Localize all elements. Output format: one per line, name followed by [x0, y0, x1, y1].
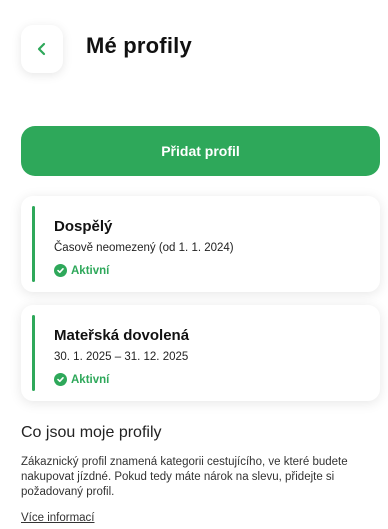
back-button[interactable]: [21, 25, 63, 73]
check-circle-icon: [54, 264, 67, 277]
check-circle-icon: [54, 373, 67, 386]
info-title: Co jsou moje profily: [21, 424, 162, 441]
page-title: Mé profily: [86, 33, 192, 58]
profile-card-maternity[interactable]: Mateřská dovolená 30. 1. 2025 – 31. 12. …: [21, 305, 380, 401]
profile-name: Mateřská dovolená: [54, 327, 190, 344]
header: Mé profily: [0, 0, 388, 100]
more-info-link[interactable]: Více informací: [21, 512, 95, 524]
status-badge: Aktivní: [54, 264, 109, 277]
status-badge: Aktivní: [54, 373, 109, 386]
profile-validity: Časově neomezený (od 1. 1. 2024): [54, 242, 234, 254]
profile-validity: 30. 1. 2025 – 31. 12. 2025: [54, 351, 189, 363]
profile-name: Dospělý: [54, 218, 113, 235]
status-label: Aktivní: [71, 264, 110, 277]
chevron-left-icon: [37, 42, 46, 56]
card-accent-bar: [32, 315, 35, 391]
card-accent-bar: [32, 206, 35, 282]
status-label: Aktivní: [71, 373, 110, 386]
add-profile-button[interactable]: Přidat profil: [21, 126, 380, 176]
profile-card-adult[interactable]: Dospělý Časově neomezený (od 1. 1. 2024)…: [21, 196, 380, 292]
info-text: Zákaznický profil znamená kategorii cest…: [21, 456, 348, 498]
